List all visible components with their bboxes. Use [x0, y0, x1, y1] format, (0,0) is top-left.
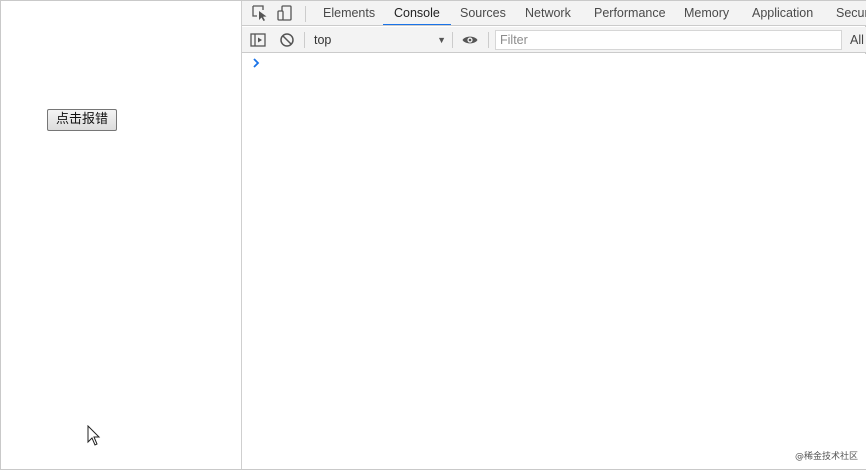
console-toolbar: top ▼ All	[242, 27, 866, 53]
javascript-context-select[interactable]: top ▼	[310, 30, 448, 50]
devtools-panel: Elements Console Sources Network Perform…	[241, 1, 866, 469]
toolbar-divider	[305, 6, 306, 22]
dropdown-arrow-icon: ▼	[437, 35, 446, 45]
toolbar-divider	[304, 32, 305, 48]
toolbar-divider	[452, 32, 453, 48]
live-expression-eye-icon[interactable]	[461, 31, 479, 49]
devtools-tabbar: Elements Console Sources Network Perform…	[242, 1, 866, 26]
inspect-element-icon[interactable]	[251, 4, 269, 22]
console-output[interactable]	[242, 54, 866, 469]
tab-memory[interactable]: Memory	[673, 1, 740, 25]
tab-elements[interactable]: Elements	[312, 1, 386, 25]
tab-security[interactable]: Secur	[825, 1, 866, 25]
page-viewport: 点击报错	[1, 1, 241, 469]
clear-console-icon[interactable]	[278, 31, 296, 49]
tab-sources[interactable]: Sources	[449, 1, 517, 25]
tab-application[interactable]: Application	[741, 1, 824, 25]
console-filter-input[interactable]	[495, 30, 842, 50]
context-value: top	[314, 33, 332, 47]
log-levels-dropdown[interactable]: All	[850, 30, 864, 50]
trigger-error-button[interactable]: 点击报错	[47, 109, 117, 131]
tab-network[interactable]: Network	[514, 1, 582, 25]
tab-performance[interactable]: Performance	[583, 1, 677, 25]
show-sidebar-icon[interactable]	[249, 31, 267, 49]
device-toolbar-icon[interactable]	[276, 4, 294, 22]
mouse-cursor-icon	[87, 425, 101, 446]
toolbar-divider	[488, 32, 489, 48]
watermark: @稀金技术社区	[794, 452, 858, 462]
console-prompt-chevron-icon	[253, 58, 260, 68]
tab-console[interactable]: Console	[383, 1, 451, 25]
